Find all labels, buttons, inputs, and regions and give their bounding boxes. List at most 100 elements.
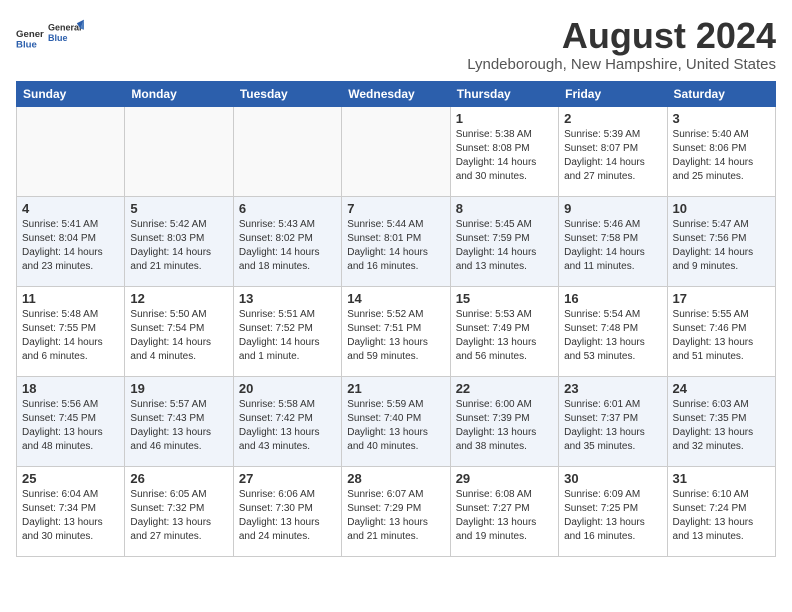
- calendar-day-cell: 20 Sunrise: 5:58 AMSunset: 7:42 PMDayligh…: [233, 376, 341, 466]
- day-number: 28: [347, 471, 444, 486]
- calendar-day-cell: [342, 106, 450, 196]
- page-header: General Blue General Blue August 2024 Ly…: [16, 16, 776, 73]
- day-number: 12: [130, 291, 227, 306]
- calendar-day-cell: 15 Sunrise: 5:53 AMSunset: 7:49 PMDayligh…: [450, 286, 558, 376]
- calendar-day-cell: 9Sunrise: 5:46 AMSunset: 7:58 PMDaylight…: [559, 196, 667, 286]
- day-number: 10: [673, 201, 770, 216]
- day-info: Sunrise: 5:57 AMSunset: 7:43 PMDaylight:…: [130, 398, 227, 454]
- day-number: 31: [673, 471, 770, 486]
- day-number: 7: [347, 201, 444, 216]
- calendar-day-cell: 23 Sunrise: 6:01 AMSunset: 7:37 PMDayligh…: [559, 376, 667, 466]
- day-info: Sunrise: 6:05 AMSunset: 7:32 PMDaylight:…: [130, 488, 227, 544]
- calendar-day-cell: [233, 106, 341, 196]
- day-info: Sunrise: 6:04 AMSunset: 7:34 PMDaylight:…: [22, 488, 119, 544]
- calendar-day-cell: 4Sunrise: 5:41 AMSunset: 8:04 PMDaylight…: [17, 196, 125, 286]
- weekday-header-saturday: Saturday: [667, 81, 775, 106]
- calendar-day-cell: 19Sunrise: 5:57 AMSunset: 7:43 PMDayligh…: [125, 376, 233, 466]
- calendar-day-cell: 25 Sunrise: 6:04 AMSunset: 7:34 PMDayligh…: [17, 466, 125, 556]
- calendar-day-cell: 16Sunrise: 5:54 AMSunset: 7:48 PMDayligh…: [559, 286, 667, 376]
- calendar-table: SundayMondayTuesdayWednesdayThursdayFrid…: [16, 81, 776, 557]
- logo-bird-icon: General Blue: [48, 16, 84, 52]
- day-number: 1: [456, 111, 553, 126]
- weekday-header-monday: Monday: [125, 81, 233, 106]
- day-info: Sunrise: 5:45 AMSunset: 7:59 PMDaylight:…: [456, 218, 553, 274]
- day-number: 13: [239, 291, 336, 306]
- day-info: Sunrise: 5:55 AMSunset: 7:46 PMDaylight:…: [673, 308, 770, 364]
- day-number: 4: [22, 201, 119, 216]
- day-number: 2: [564, 111, 661, 126]
- day-number: 30: [564, 471, 661, 486]
- day-number: 16: [564, 291, 661, 306]
- month-year-title: August 2024: [467, 16, 776, 56]
- calendar-day-cell: 2Sunrise: 5:39 AMSunset: 8:07 PMDaylight…: [559, 106, 667, 196]
- calendar-day-cell: 29 Sunrise: 6:08 AMSunset: 7:27 PMDayligh…: [450, 466, 558, 556]
- calendar-day-cell: 21Sunrise: 5:59 AMSunset: 7:40 PMDayligh…: [342, 376, 450, 466]
- svg-text:Blue: Blue: [48, 33, 68, 43]
- calendar-day-cell: 17 Sunrise: 5:55 AMSunset: 7:46 PMDayligh…: [667, 286, 775, 376]
- day-number: 22: [456, 381, 553, 396]
- day-info: Sunrise: 5:56 AMSunset: 7:45 PMDaylight:…: [22, 398, 119, 454]
- calendar-day-cell: 12Sunrise: 5:50 AMSunset: 7:54 PMDayligh…: [125, 286, 233, 376]
- calendar-day-cell: 31 Sunrise: 6:10 AMSunset: 7:24 PMDayligh…: [667, 466, 775, 556]
- calendar-day-cell: 30 Sunrise: 6:09 AMSunset: 7:25 PMDayligh…: [559, 466, 667, 556]
- logo: General Blue General Blue: [16, 16, 84, 57]
- calendar-day-cell: 3Sunrise: 5:40 AMSunset: 8:06 PMDaylight…: [667, 106, 775, 196]
- day-info: Sunrise: 5:46 AMSunset: 7:58 PMDaylight:…: [564, 218, 661, 274]
- calendar-day-cell: 28 Sunrise: 6:07 AMSunset: 7:29 PMDayligh…: [342, 466, 450, 556]
- day-info: Sunrise: 5:44 AMSunset: 8:01 PMDaylight:…: [347, 218, 444, 274]
- day-number: 18: [22, 381, 119, 396]
- day-info: Sunrise: 5:53 AMSunset: 7:49 PMDaylight:…: [456, 308, 553, 364]
- day-info: Sunrise: 5:48 AMSunset: 7:55 PMDaylight:…: [22, 308, 119, 364]
- day-number: 14: [347, 291, 444, 306]
- location-subtitle: Lyndeborough, New Hampshire, United Stat…: [467, 56, 776, 73]
- calendar-header-row: SundayMondayTuesdayWednesdayThursdayFrid…: [17, 81, 776, 106]
- title-area: August 2024 Lyndeborough, New Hampshire,…: [467, 16, 776, 73]
- day-info: Sunrise: 6:01 AMSunset: 7:37 PMDaylight:…: [564, 398, 661, 454]
- day-number: 17: [673, 291, 770, 306]
- calendar-day-cell: 22 Sunrise: 6:00 AMSunset: 7:39 PMDayligh…: [450, 376, 558, 466]
- day-info: Sunrise: 6:07 AMSunset: 7:29 PMDaylight:…: [347, 488, 444, 544]
- day-info: Sunrise: 6:10 AMSunset: 7:24 PMDaylight:…: [673, 488, 770, 544]
- calendar-day-cell: 1 Sunrise: 5:38 AMSunset: 8:08 PMDaylight…: [450, 106, 558, 196]
- day-number: 29: [456, 471, 553, 486]
- day-number: 3: [673, 111, 770, 126]
- weekday-header-thursday: Thursday: [450, 81, 558, 106]
- day-number: 20: [239, 381, 336, 396]
- calendar-day-cell: 14 Sunrise: 5:52 AMSunset: 7:51 PMDayligh…: [342, 286, 450, 376]
- calendar-day-cell: 26 Sunrise: 6:05 AMSunset: 7:32 PMDayligh…: [125, 466, 233, 556]
- calendar-day-cell: 13 Sunrise: 5:51 AMSunset: 7:52 PMDayligh…: [233, 286, 341, 376]
- weekday-header-wednesday: Wednesday: [342, 81, 450, 106]
- day-number: 21: [347, 381, 444, 396]
- day-info: Sunrise: 6:09 AMSunset: 7:25 PMDaylight:…: [564, 488, 661, 544]
- day-number: 23: [564, 381, 661, 396]
- calendar-day-cell: 24Sunrise: 6:03 AMSunset: 7:35 PMDayligh…: [667, 376, 775, 466]
- day-number: 6: [239, 201, 336, 216]
- weekday-header-friday: Friday: [559, 81, 667, 106]
- day-number: 5: [130, 201, 227, 216]
- day-number: 8: [456, 201, 553, 216]
- day-info: Sunrise: 5:38 AMSunset: 8:08 PMDaylight:…: [456, 128, 553, 184]
- calendar-day-cell: 8 Sunrise: 5:45 AMSunset: 7:59 PMDaylight…: [450, 196, 558, 286]
- day-number: 24: [673, 381, 770, 396]
- calendar-day-cell: 11Sunrise: 5:48 AMSunset: 7:55 PMDayligh…: [17, 286, 125, 376]
- calendar-day-cell: 18 Sunrise: 5:56 AMSunset: 7:45 PMDayligh…: [17, 376, 125, 466]
- calendar-day-cell: 27Sunrise: 6:06 AMSunset: 7:30 PMDayligh…: [233, 466, 341, 556]
- logo-icon: General Blue: [16, 23, 44, 51]
- calendar-day-cell: 6Sunrise: 5:43 AMSunset: 8:02 PMDaylight…: [233, 196, 341, 286]
- calendar-week-row: 25 Sunrise: 6:04 AMSunset: 7:34 PMDayligh…: [17, 466, 776, 556]
- day-info: Sunrise: 6:00 AMSunset: 7:39 PMDaylight:…: [456, 398, 553, 454]
- calendar-week-row: 11Sunrise: 5:48 AMSunset: 7:55 PMDayligh…: [17, 286, 776, 376]
- day-info: Sunrise: 6:06 AMSunset: 7:30 PMDaylight:…: [239, 488, 336, 544]
- day-info: Sunrise: 5:52 AMSunset: 7:51 PMDaylight:…: [347, 308, 444, 364]
- day-number: 25: [22, 471, 119, 486]
- svg-text:Blue: Blue: [16, 39, 37, 50]
- calendar-day-cell: 5Sunrise: 5:42 AMSunset: 8:03 PMDaylight…: [125, 196, 233, 286]
- weekday-header-sunday: Sunday: [17, 81, 125, 106]
- day-info: Sunrise: 5:51 AMSunset: 7:52 PMDaylight:…: [239, 308, 336, 364]
- svg-text:General: General: [48, 22, 82, 32]
- weekday-header-tuesday: Tuesday: [233, 81, 341, 106]
- day-info: Sunrise: 5:58 AMSunset: 7:42 PMDaylight:…: [239, 398, 336, 454]
- day-info: Sunrise: 6:08 AMSunset: 7:27 PMDaylight:…: [456, 488, 553, 544]
- day-number: 15: [456, 291, 553, 306]
- day-number: 26: [130, 471, 227, 486]
